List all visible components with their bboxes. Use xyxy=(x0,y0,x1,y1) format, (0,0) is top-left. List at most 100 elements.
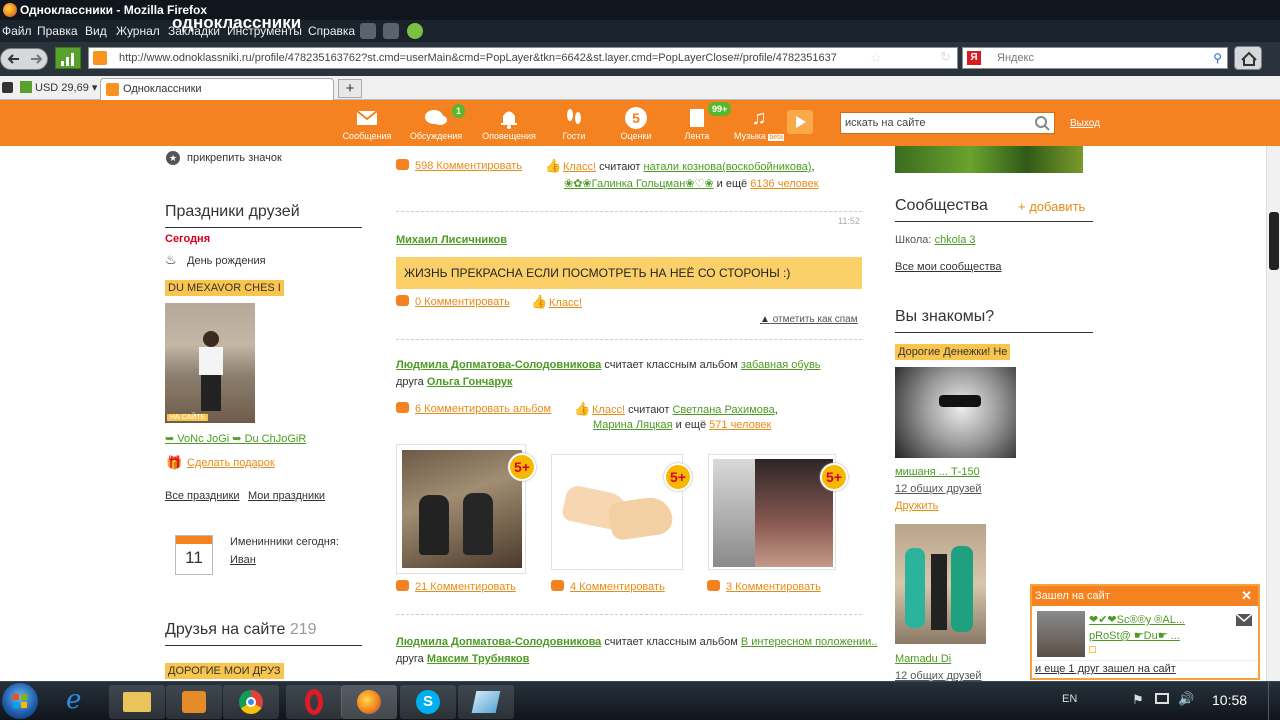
browser-search-input[interactable]: Я Яндекс ⚲ xyxy=(962,47,1228,69)
menu-history[interactable]: Журнал xyxy=(116,24,160,38)
taskbar-clock[interactable]: 10:58 xyxy=(1212,692,1247,708)
friend-photo[interactable]: НА САЙТЕ xyxy=(165,303,255,423)
language-indicator[interactable]: EN xyxy=(1062,693,1077,705)
album-photo-3[interactable] xyxy=(708,454,836,570)
post1-author-link[interactable]: Михаил Лисичников xyxy=(396,234,507,246)
taskbar-opera[interactable] xyxy=(286,685,342,719)
birthday-label: День рождения xyxy=(187,255,266,267)
post1-comments-link[interactable]: 0 Комментировать xyxy=(396,295,510,308)
top-klass-link[interactable]: Класс! xyxy=(563,161,596,173)
back-forward-button[interactable] xyxy=(0,48,48,70)
all-communities-link[interactable]: Все мои сообщества xyxy=(895,261,1001,273)
post3-headline: Людмила Допматова-Солодовникова считает … xyxy=(396,636,877,648)
photo1-comments-link[interactable]: 21 Комментировать xyxy=(396,580,516,593)
report-spam-link[interactable]: ▲ отметить как спам xyxy=(760,314,858,325)
nav-messages[interactable]: Сообщения xyxy=(337,107,397,141)
pin-badge-link[interactable]: прикрепить значок xyxy=(187,152,282,164)
taskbar-skype[interactable]: S xyxy=(400,685,456,719)
person1-add-friend-link[interactable]: Дружить xyxy=(895,500,938,512)
top-count-link[interactable]: 6136 человек xyxy=(750,178,818,190)
start-button[interactable] xyxy=(2,683,38,719)
network-tray-icon[interactable] xyxy=(1155,693,1169,704)
search-icon[interactable] xyxy=(1034,115,1050,131)
taskbar-firefox[interactable] xyxy=(341,685,397,719)
flag-tray-icon[interactable]: ⚑ xyxy=(1132,692,1144,708)
home-button[interactable] xyxy=(1234,46,1262,70)
post2-user2-link[interactable]: Марина Ляцкая xyxy=(593,419,673,431)
new-tab-button[interactable]: + xyxy=(338,79,362,98)
top-comments-link[interactable]: 598 Комментировать xyxy=(396,159,522,172)
nameday-name-link[interactable]: Иван xyxy=(230,554,256,566)
post2-klass-link[interactable]: Класс! xyxy=(592,404,625,416)
post2-friend-link[interactable]: Ольга Гончарук xyxy=(427,376,513,388)
music-play-button[interactable] xyxy=(787,110,813,134)
toolbar-page-icon[interactable] xyxy=(360,23,376,39)
site-search-input[interactable]: искать на сайте xyxy=(840,112,1055,134)
nav-music[interactable]: ♫ Музыка beta xyxy=(729,107,789,141)
post2-comments-link[interactable]: 6 Комментировать альбом xyxy=(396,402,551,415)
bookmark-star-icon[interactable]: ☆ xyxy=(870,50,882,66)
ampersand-icon[interactable]: & xyxy=(905,49,915,65)
taskbar-chrome[interactable] xyxy=(223,685,279,719)
logout-link[interactable]: Выход xyxy=(1070,118,1100,129)
game-banner[interactable] xyxy=(895,146,1083,173)
post1-klass-link[interactable]: 👍 Класс! xyxy=(531,295,582,309)
person2-name-link[interactable]: Mamadu Di xyxy=(895,653,951,665)
person2-photo[interactable] xyxy=(895,524,986,644)
school-link[interactable]: chkola 3 xyxy=(935,234,976,246)
post3-album-link[interactable]: В интересном положении.. xyxy=(741,636,878,648)
post2-count-link[interactable]: 571 человек xyxy=(709,419,771,431)
taskbar-app[interactable] xyxy=(458,685,514,719)
top-user1-link[interactable]: натали кознова(воскобойникова) xyxy=(643,161,811,173)
page-scrollbar[interactable] xyxy=(1266,146,1280,681)
photo3-comments-link[interactable]: 3 Комментировать xyxy=(707,580,821,593)
popup-more-friends-link[interactable]: и еще 1 друг зашел на сайт xyxy=(1035,663,1176,675)
popup-name-line2[interactable]: pRoSt@ ☛Du☛ ... xyxy=(1089,629,1180,642)
address-bar[interactable]: http://www.odnoklassniki.ru/profile/4782… xyxy=(88,47,958,69)
person1-common-link[interactable]: 12 общих друзей xyxy=(895,483,982,495)
post2-album-link[interactable]: забавная обувь xyxy=(741,359,821,371)
popup-avatar[interactable] xyxy=(1037,611,1085,657)
comment-icon xyxy=(551,580,564,591)
popup-name-line1[interactable]: ❤✔❤Sc®®y ®AL... xyxy=(1089,613,1185,626)
search-magnifier-icon[interactable]: ⚲ xyxy=(1213,48,1222,68)
menu-edit[interactable]: Правка xyxy=(37,24,78,38)
post2-user1-link[interactable]: Светлана Рахимова xyxy=(672,404,774,416)
toolbar-download-icon[interactable] xyxy=(383,23,399,39)
person1-name-link[interactable]: мишаня ... Т-150 xyxy=(895,466,980,478)
message-envelope-icon[interactable] xyxy=(1236,614,1252,626)
nav-ratings[interactable]: 5 Оценки xyxy=(606,107,666,141)
signal-bars-icon[interactable] xyxy=(55,47,81,69)
menu-file[interactable]: Файл xyxy=(2,24,32,38)
menu-help[interactable]: Справка xyxy=(308,24,355,38)
add-community-link[interactable]: + добавить xyxy=(1018,199,1085,214)
scrollbar-thumb[interactable] xyxy=(1269,212,1279,270)
taskbar-media-player[interactable] xyxy=(166,685,222,719)
album-photo-2[interactable] xyxy=(551,454,683,570)
tab-odnoklassniki[interactable]: Одноклассники xyxy=(100,78,334,100)
reload-icon[interactable]: ↻ xyxy=(940,49,951,65)
give-gift-link[interactable]: Сделать подарок xyxy=(187,457,275,469)
album-photo-1[interactable] xyxy=(396,444,526,574)
photo2-comments-link[interactable]: 4 Комментировать xyxy=(551,580,665,593)
nav-notifications[interactable]: Оповещения xyxy=(479,107,539,141)
my-holidays-link[interactable]: Мои праздники xyxy=(248,490,325,502)
volume-tray-icon[interactable]: 🔊 xyxy=(1178,691,1194,707)
post3-author-link[interactable]: Людмила Допматова-Солодовникова xyxy=(396,636,601,648)
nav-guests[interactable]: Гости xyxy=(544,107,604,141)
all-holidays-link[interactable]: Все праздники xyxy=(165,490,239,502)
toolbar-addon-icon[interactable] xyxy=(407,23,423,39)
menu-star-icon[interactable] xyxy=(2,82,13,93)
popup-close-button[interactable]: ✕ xyxy=(1241,586,1252,606)
taskbar-explorer[interactable] xyxy=(109,685,165,719)
show-desktop-button[interactable] xyxy=(1268,682,1280,720)
menu-view[interactable]: Вид xyxy=(85,24,107,38)
post2-author-link[interactable]: Людмила Допматова-Солодовникова xyxy=(396,359,601,371)
post3-friend-link[interactable]: Максим Трубняков xyxy=(427,653,530,665)
person1-photo[interactable] xyxy=(895,367,1016,458)
top-user2-link[interactable]: ❀✿❀Галинка Гольцман❀♡❀ xyxy=(564,178,714,190)
friend-name-link[interactable]: ➥ VoNc JoGi ➥ Du ChJoGiR xyxy=(165,432,306,445)
taskbar-internet-explorer[interactable]: e xyxy=(52,685,108,719)
currency-widget[interactable]: USD 29,69 ▾ xyxy=(20,81,97,94)
site-logo[interactable]: одноклассники xyxy=(172,13,301,33)
